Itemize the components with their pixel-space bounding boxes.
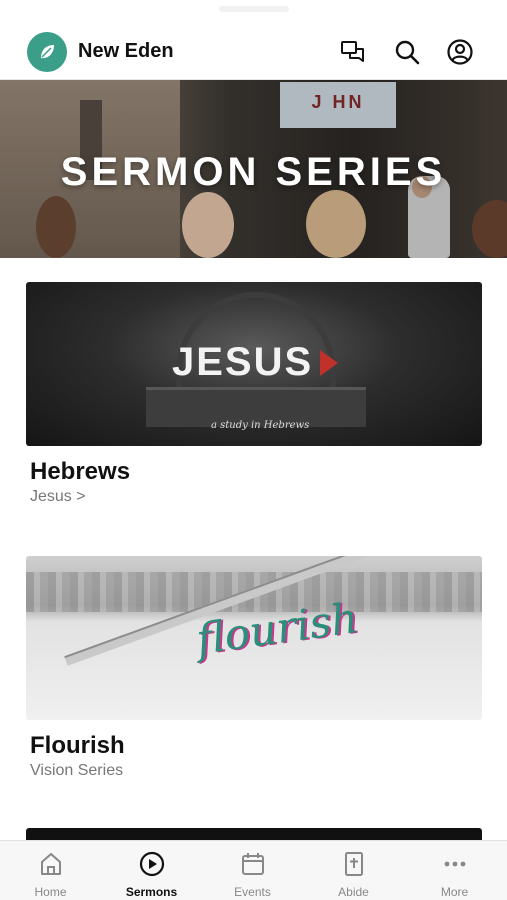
tab-events[interactable]: Events [202,841,303,900]
tab-label: Sermons [125,885,178,899]
chat-icon [341,41,364,62]
home-icon [40,853,61,875]
bottom-tab-bar: Home Sermons Events Abide More [0,840,507,900]
series-subtitle: Jesus > [30,488,86,505]
series-title[interactable]: Flourish [30,732,125,760]
series-card-image-flourish[interactable]: flourish [26,556,482,720]
hero-audience [182,192,234,258]
status-indicator [218,6,289,12]
app-header: New Eden [0,0,507,80]
chat-button[interactable] [339,38,367,66]
series-subtitle: Vision Series [30,762,124,779]
series-artwork-title: JESUS [172,340,314,384]
calendar-icon [241,853,264,875]
tab-label: Home [34,885,67,899]
tab-label: Abide [338,885,369,899]
account-button[interactable] [446,38,474,66]
church-logo[interactable] [27,32,67,72]
search-button[interactable] [393,38,421,66]
tab-sermons[interactable]: Sermons [101,841,202,900]
app-title: New Eden [78,40,174,62]
leaf-icon [41,45,54,59]
search-icon [395,40,420,65]
series-title[interactable]: Hebrews [30,458,130,486]
tab-abide[interactable]: Abide [303,841,404,900]
more-icon [444,861,465,867]
tab-label: Events [234,885,271,899]
bible-icon [344,852,363,876]
chevron-right-icon [320,350,338,376]
hero-title: SERMON SERIES [60,150,447,194]
tab-label: More [440,885,469,899]
hero-audience [306,190,366,258]
tab-home[interactable]: Home [0,841,101,900]
series-card-image-hebrews[interactable]: JESUS a study in Hebrews [26,282,482,446]
account-icon [447,39,473,65]
play-circle-icon [139,851,164,877]
series-artwork-subtitle: a study in Hebrews [211,420,310,431]
tab-more[interactable]: More [404,841,505,900]
hero-audience [36,196,76,258]
sermon-series-banner: J HN SERMON SERIES [0,80,507,258]
